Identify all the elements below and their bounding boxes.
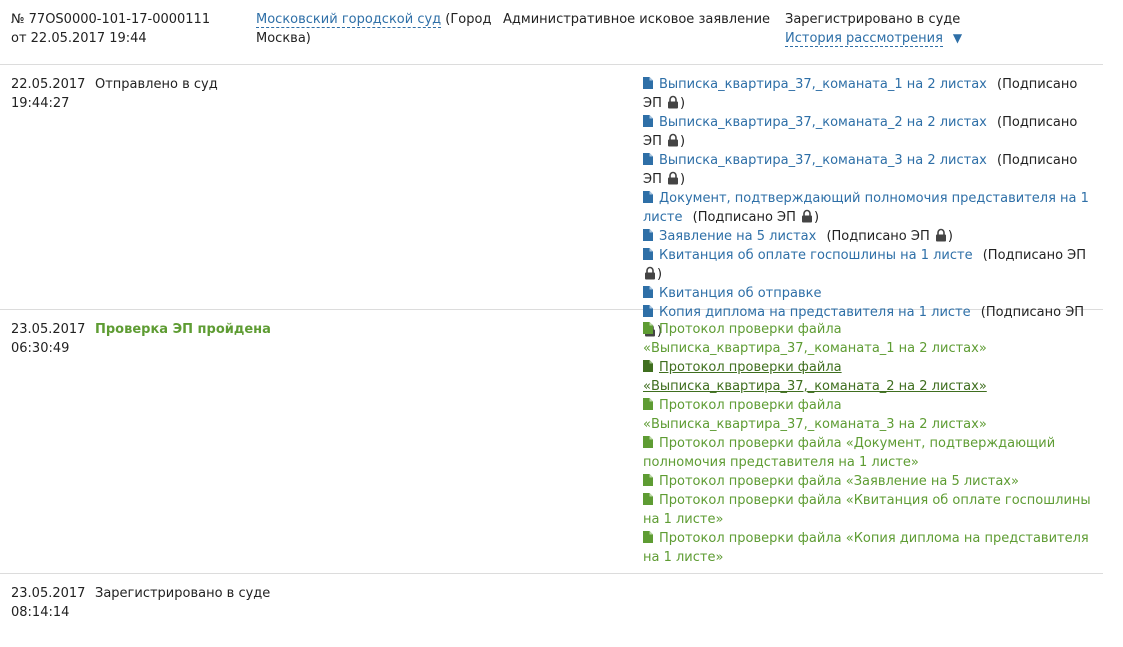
event-time: 19:44:27: [11, 96, 70, 111]
document-link[interactable]: Заявление на 5 листах: [659, 229, 816, 244]
file-icon: [643, 474, 653, 486]
protocol-link[interactable]: Протокол проверки файла «Выписка_квартир…: [643, 322, 987, 356]
lock-icon: [668, 171, 678, 185]
event-datetime: 23.05.2017 08:14:14: [11, 584, 85, 622]
document-link[interactable]: Квитанция об отправке: [659, 286, 822, 301]
lock-icon: [935, 228, 946, 242]
event-date: 23.05.2017: [11, 322, 86, 337]
document-link[interactable]: Выписка_квартира_37,_команата_3 на 2 лис…: [659, 153, 987, 168]
protocol-list: Протокол проверки файла «Выписка_квартир…: [643, 320, 1093, 567]
protocol-item: Протокол проверки файла «Квитанция об оп…: [643, 491, 1093, 529]
file-icon: [643, 436, 653, 448]
protocol-link[interactable]: Протокол проверки файла «Выписка_квартир…: [643, 360, 987, 394]
file-icon: [643, 493, 653, 505]
lock-icon: [802, 209, 813, 223]
protocol-item: Протокол проверки файла «Копия диплома н…: [643, 529, 1093, 567]
file-icon: [643, 229, 653, 241]
protocol-item: Протокол проверки файла «Выписка_квартир…: [643, 320, 1093, 358]
case-number: № 77OS0000-101-17-0000111: [11, 12, 211, 27]
signature-label: (Подписано ЭП: [826, 229, 934, 244]
event-datetime: 22.05.2017 19:44:27: [11, 75, 85, 113]
signature-label: (Подписано ЭП: [982, 248, 1087, 263]
event-row: 23.05.2017 06:30:49 Проверка ЭП пройдена…: [0, 310, 1103, 574]
signature-close: ): [680, 96, 686, 111]
file-icon: [643, 322, 653, 334]
case-date: от 22.05.2017 19:44: [11, 31, 147, 46]
document-list: Выписка_квартира_37,_команата_1 на 2 лис…: [643, 75, 1093, 341]
protocol-item: Протокол проверки файла «Документ, подтв…: [643, 434, 1093, 472]
document-link[interactable]: Квитанция об оплате госпошлины на 1 лист…: [659, 248, 973, 263]
file-icon: [643, 77, 653, 89]
signature-badge: (Подписано ЭП ): [692, 209, 820, 225]
document-link[interactable]: Выписка_квартира_37,_команата_2 на 2 лис…: [659, 115, 987, 130]
protocol-link[interactable]: Протокол проверки файла «Выписка_квартир…: [643, 398, 987, 432]
event-time: 06:30:49: [11, 341, 70, 356]
document-item: Квитанция об оплате госпошлины на 1 лист…: [643, 246, 1093, 284]
event-title: Проверка ЭП пройдена: [95, 322, 271, 337]
status-block: Зарегистрировано в суде История рассмотр…: [785, 10, 962, 48]
event-time: 08:14:14: [11, 605, 70, 620]
signature-close: ): [814, 210, 820, 225]
protocol-item: Протокол проверки файла «Выписка_квартир…: [643, 358, 1093, 396]
lock-icon: [645, 266, 655, 280]
event-title: Отправлено в суд: [95, 77, 218, 92]
history-link[interactable]: История рассмотрения: [785, 31, 943, 47]
file-icon: [643, 153, 653, 165]
event-datetime: 23.05.2017 06:30:49: [11, 320, 85, 358]
lock-icon: [668, 133, 678, 147]
file-icon: [643, 531, 653, 543]
case-number-block: № 77OS0000-101-17-0000111 от 22.05.2017 …: [11, 10, 241, 48]
document-item: Выписка_квартира_37,_команата_3 на 2 лис…: [643, 151, 1093, 189]
protocol-link[interactable]: Протокол проверки файла «Документ, подтв…: [643, 436, 1055, 470]
file-icon: [643, 191, 653, 203]
file-icon: [643, 398, 653, 410]
case-status: Зарегистрировано в суде: [785, 12, 961, 27]
case-header: № 77OS0000-101-17-0000111 от 22.05.2017 …: [0, 0, 1103, 65]
court-link[interactable]: Московский городской суд: [256, 12, 442, 28]
signature-close: ): [657, 267, 663, 282]
protocol-link[interactable]: Протокол проверки файла «Заявление на 5 …: [659, 474, 1019, 489]
event-date: 23.05.2017: [11, 586, 86, 601]
protocol-item: Протокол проверки файла «Заявление на 5 …: [643, 472, 1093, 491]
document-item: Документ, подтверждающий полномочия пред…: [643, 189, 1093, 227]
file-icon: [643, 360, 653, 372]
document-link[interactable]: Выписка_квартира_37,_команата_1 на 2 лис…: [659, 77, 987, 92]
event-row: 22.05.2017 19:44:27 Отправлено в суд Вып…: [0, 65, 1103, 339]
signature-label: (Подписано ЭП: [692, 210, 801, 225]
file-icon: [643, 115, 653, 127]
document-item: Выписка_квартира_37,_команата_2 на 2 лис…: [643, 113, 1093, 151]
signature-close: ): [680, 172, 686, 187]
protocol-item: Протокол проверки файла «Выписка_квартир…: [643, 396, 1093, 434]
court-block: Московский городской суд (Город Москва): [256, 10, 492, 48]
document-item: Выписка_квартира_37,_команата_1 на 2 лис…: [643, 75, 1093, 113]
case-type: Административное исковое заявление: [503, 12, 771, 27]
document-item: Заявление на 5 листах (Подписано ЭП ): [643, 227, 1093, 246]
lock-icon: [668, 95, 678, 109]
event-row: 23.05.2017 08:14:14 Зарегистрировано в с…: [0, 574, 1103, 634]
event-date: 22.05.2017: [11, 77, 86, 92]
file-icon: [643, 248, 653, 260]
signature-close: ): [947, 229, 953, 244]
signature-badge: (Подписано ЭП ): [826, 228, 953, 244]
file-icon: [643, 286, 653, 298]
protocol-link[interactable]: Протокол проверки файла «Квитанция об оп…: [643, 493, 1091, 527]
document-item: Квитанция об отправке: [643, 284, 1093, 303]
protocol-link[interactable]: Протокол проверки файла «Копия диплома н…: [643, 531, 1089, 565]
event-title: Зарегистрировано в суде: [95, 586, 271, 601]
signature-close: ): [680, 134, 686, 149]
chevron-down-icon[interactable]: ▼: [953, 31, 962, 45]
